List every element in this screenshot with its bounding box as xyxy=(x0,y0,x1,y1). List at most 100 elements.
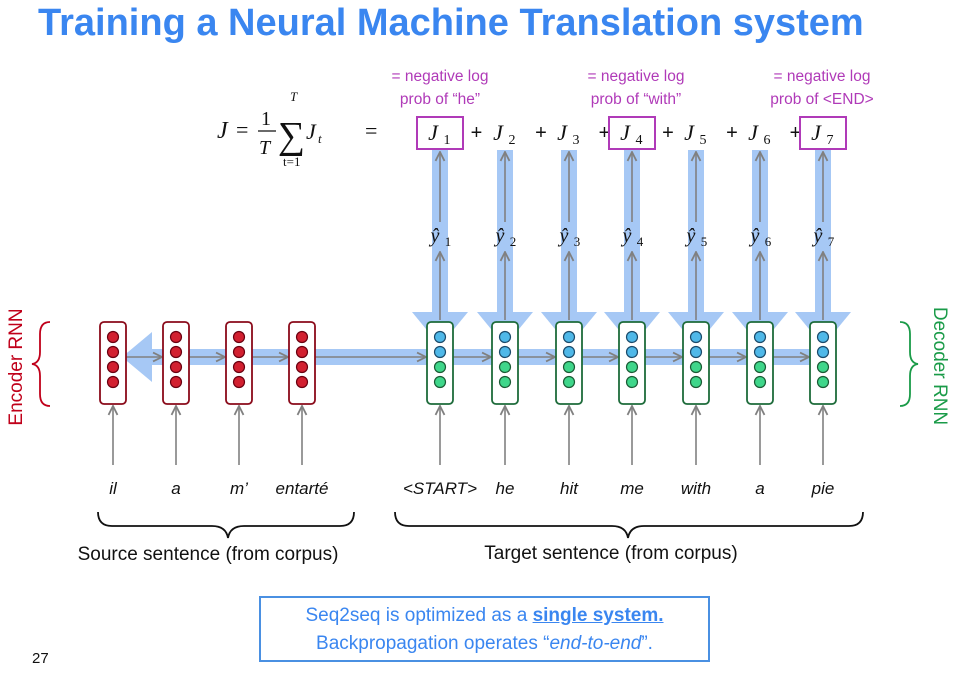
hidden-unit xyxy=(433,375,447,389)
hidden-unit xyxy=(816,375,830,389)
hidden-unit xyxy=(106,360,120,374)
yhat-subscript: 5 xyxy=(701,234,708,249)
input-word: m’ xyxy=(230,479,248,498)
loss-term-subscript: 6 xyxy=(764,133,771,148)
encoder-label: Encoder RNN xyxy=(6,308,27,425)
formula-frac-num: 1 xyxy=(261,108,271,130)
hidden-unit xyxy=(689,375,703,389)
encoder-cell xyxy=(99,321,127,405)
seq2seq-diagram: J = 1 T T ∑ t=1 J t = = negative log prob… xyxy=(6,68,950,565)
hidden-unit xyxy=(498,360,512,374)
formula-equals2: = xyxy=(365,118,377,143)
loss-term-J: J xyxy=(493,120,504,145)
hidden-unit xyxy=(232,345,246,359)
loss-term-J: J xyxy=(557,120,568,145)
hidden-unit xyxy=(625,375,639,389)
loss-term-subscript: 4 xyxy=(636,133,643,148)
formula-sum-sign: ∑ xyxy=(278,115,305,157)
loss-highlight-box xyxy=(799,116,847,150)
hidden-unit xyxy=(295,330,309,344)
yhat-symbol: ŷ xyxy=(429,225,440,247)
loss-annotation-line2: prob of “he” xyxy=(400,91,480,108)
hidden-unit xyxy=(169,360,183,374)
input-word: a xyxy=(171,479,180,498)
loss-term-J: J xyxy=(620,120,631,145)
hidden-unit xyxy=(625,360,639,374)
hidden-unit xyxy=(106,330,120,344)
hidden-unit xyxy=(689,360,703,374)
hidden-unit xyxy=(498,345,512,359)
loss-annotation-line2: prob of “with” xyxy=(591,91,681,108)
encoder-cell xyxy=(288,321,316,405)
decoder-cell xyxy=(618,321,646,405)
callout-line1-text: Seq2seq is optimized as a xyxy=(305,605,533,626)
input-word: with xyxy=(681,479,711,498)
hidden-unit xyxy=(498,375,512,389)
hidden-unit xyxy=(689,330,703,344)
hidden-unit xyxy=(433,345,447,359)
hidden-unit xyxy=(169,375,183,389)
loss-plus: + xyxy=(726,122,738,144)
loss-term-J: J xyxy=(811,120,822,145)
callout-box: Seq2seq is optimized as a single system.… xyxy=(259,596,710,662)
hidden-unit xyxy=(753,330,767,344)
target-brace xyxy=(394,511,864,539)
encoder-brace xyxy=(31,321,51,407)
formula-term: J xyxy=(306,119,317,144)
loss-plus: + xyxy=(471,122,483,144)
loss-annotation-line1: = negative log xyxy=(774,68,871,85)
hidden-unit xyxy=(232,330,246,344)
source-brace xyxy=(97,511,355,539)
hidden-unit xyxy=(816,330,830,344)
yhat-symbol: ŷ xyxy=(558,225,569,247)
yhat-subscript: 2 xyxy=(510,234,517,249)
loss-term-J: J xyxy=(428,120,439,145)
source-caption: Source sentence (from corpus) xyxy=(78,544,339,565)
input-word: pie xyxy=(811,479,835,498)
loss-plus: + xyxy=(535,122,547,144)
hidden-unit xyxy=(753,360,767,374)
hidden-unit xyxy=(169,345,183,359)
formula-lhs: J xyxy=(217,118,229,144)
decoder-cell xyxy=(555,321,583,405)
loss-annotation-line2: prob of <END> xyxy=(770,91,873,108)
yhat-symbol: ŷ xyxy=(749,225,760,247)
hidden-unit xyxy=(232,375,246,389)
callout-emphasis: single system. xyxy=(532,605,664,626)
page-number: 27 xyxy=(32,650,49,667)
encoder-cell xyxy=(225,321,253,405)
loss-highlight-box xyxy=(608,116,656,150)
formula-frac-den: T xyxy=(259,137,272,159)
input-word: entarté xyxy=(276,479,329,498)
callout-italic: end-to-end xyxy=(549,633,642,654)
loss-formula: J = 1 T T ∑ t=1 J t = xyxy=(217,89,377,169)
hidden-unit xyxy=(433,330,447,344)
loss-term-J: J xyxy=(748,120,759,145)
decoder-cell xyxy=(682,321,710,405)
hidden-unit xyxy=(689,345,703,359)
loss-plus: + xyxy=(662,122,674,144)
formula-term-sub: t xyxy=(318,131,322,146)
hidden-unit xyxy=(169,330,183,344)
formula-sum-bottom: t=1 xyxy=(283,154,300,169)
input-word: il xyxy=(109,479,118,498)
input-word: hit xyxy=(560,479,579,498)
decoder-cell xyxy=(746,321,774,405)
loss-term-subscript: 7 xyxy=(827,133,834,148)
loss-term-subscript: 5 xyxy=(700,133,707,148)
callout-line-2: Backpropagation operates “end-to-end”. xyxy=(261,630,708,658)
loss-annotation-line1: = negative log xyxy=(392,68,489,85)
hidden-unit xyxy=(106,345,120,359)
decoder-cell xyxy=(426,321,454,405)
yhat-symbol: ŷ xyxy=(685,225,696,247)
input-word: he xyxy=(496,479,515,498)
hidden-unit xyxy=(295,375,309,389)
hidden-unit xyxy=(295,345,309,359)
hidden-unit xyxy=(562,330,576,344)
hidden-unit xyxy=(433,360,447,374)
yhat-symbol: ŷ xyxy=(621,225,632,247)
decoder-label: Decoder RNN xyxy=(929,307,950,425)
input-word: <START> xyxy=(403,479,477,498)
formula-sum-top: T xyxy=(290,89,298,104)
hidden-unit xyxy=(562,360,576,374)
